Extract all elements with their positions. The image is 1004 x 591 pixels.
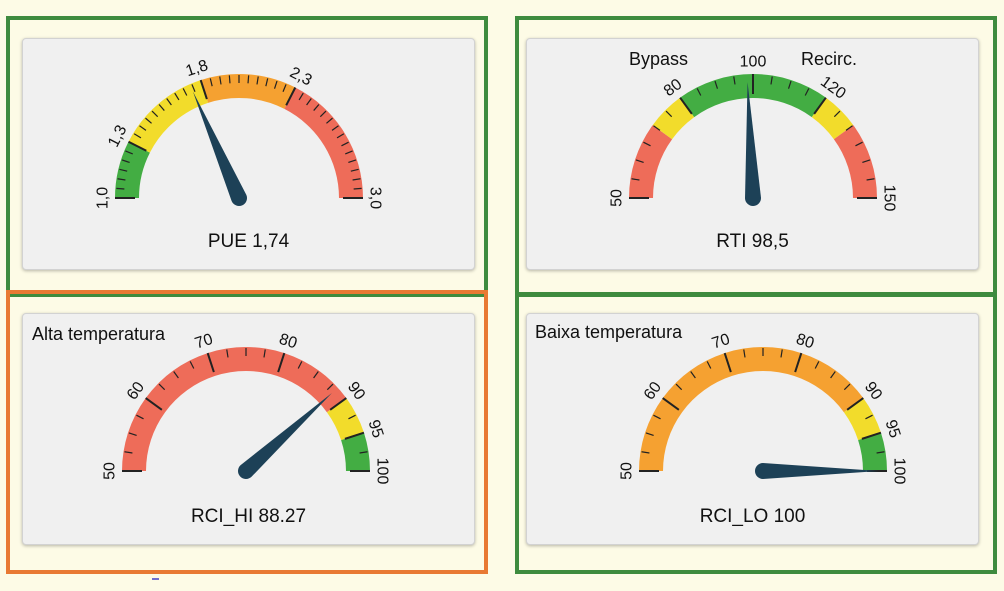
rci_lo-tick-label: 60: [641, 379, 665, 403]
rci_lo-tick-label: 80: [794, 331, 816, 353]
pue-minor-tick: [116, 187, 125, 190]
rti-gauge-card: 50 80 100 120 150 Bypass Recirc. RTI 98,5: [526, 38, 979, 270]
rti-recirc-label: Recirc.: [801, 49, 858, 69]
pue-gauge-card: 1,0 1,3 1,8 2,3 3,0 PUE 1,74: [22, 38, 475, 270]
rti-tick-label: 80: [661, 76, 685, 100]
rti-band-0: [629, 125, 673, 198]
rci-lo-value-label: RCI_LO 100: [699, 506, 806, 527]
pue-band-3: [284, 87, 363, 198]
pue-minor-tick: [353, 187, 362, 190]
rci-hi-value-label: RCI_HI 88.27: [190, 506, 307, 527]
rci_lo-tick-label: 50: [619, 462, 636, 480]
rci_lo-tick-label: 95: [882, 418, 904, 440]
pue-minor-tick: [247, 75, 250, 84]
rci_hi-tick-label: 60: [124, 379, 148, 403]
rci_hi-tick-label: 70: [193, 331, 215, 353]
rci_hi-tick-label: 50: [102, 462, 119, 480]
pue-tick-label: 1,0: [95, 187, 112, 209]
rci_hi-tick-label: 100: [374, 458, 391, 485]
rci-lo-corner-label: Baixa temperatura: [535, 322, 683, 342]
stray-mark: [152, 578, 159, 580]
rci_hi-tick-label: 80: [277, 331, 299, 353]
rti-tick-label: 50: [609, 189, 626, 207]
rti-tick-label: 100: [740, 54, 767, 71]
pue-needle: [192, 91, 247, 206]
rti-tick-label: 150: [881, 185, 898, 212]
rci_lo-tick-label: 70: [710, 331, 732, 353]
rti-needle: [745, 82, 761, 206]
rci_lo-needle: [755, 463, 879, 479]
rci-lo-gauge-card: 50 60 70 80 90 95 100 Baixa temperatura RCI_LO…: [526, 313, 979, 545]
pue-minor-tick: [228, 75, 231, 84]
pue-value-label: PUE 1,74: [207, 231, 290, 252]
rci_lo-tick-label: 100: [891, 458, 908, 485]
rci-hi-corner-label: Alta temperatura: [32, 324, 166, 344]
rci-hi-gauge-card: 50 60 70 80 90 95 100 Alta temperatura RCI_HI …: [22, 313, 475, 545]
rci_hi-tick-label: 95: [365, 418, 387, 440]
rti-value-label: RTI 98,5: [716, 231, 789, 252]
rci_lo-band-0: [639, 347, 864, 471]
pue-tick-label: 3,0: [367, 187, 384, 209]
pue-band-1: [128, 80, 209, 153]
rci_lo-tick-label: 90: [861, 379, 885, 403]
rti-band-4: [833, 125, 877, 198]
rci_hi-tick-label: 90: [344, 379, 368, 403]
rti-bypass-label: Bypass: [629, 49, 689, 69]
pue-tick-label: 1,8: [184, 57, 211, 80]
rci_hi-needle: [238, 393, 332, 479]
